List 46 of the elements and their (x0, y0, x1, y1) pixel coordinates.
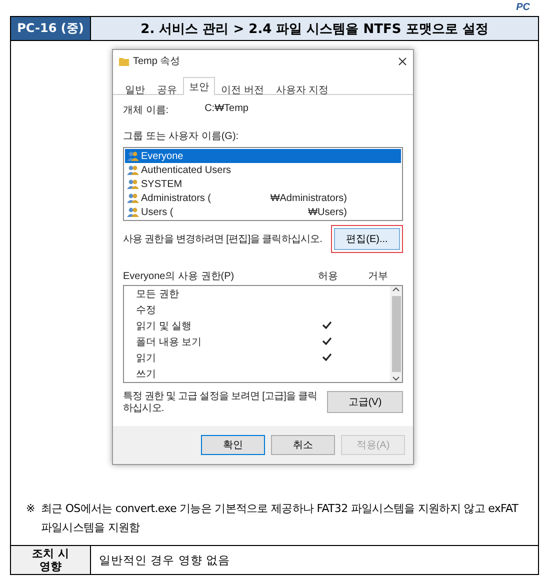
user-item[interactable]: Users ( ₩Users) (125, 205, 401, 219)
users-icon (127, 165, 139, 175)
impact-label: 조치 시 영향 (11, 546, 91, 574)
note-text: 최근 OS에서는 convert.exe 기능은 기본적으로 제공하나 FAT32 파일시스템을 지원하지 않고 exFAT 파일시스템을 지원함 (40, 501, 520, 536)
deny-header: 거부 (367, 270, 389, 283)
dialog-title: Temp 속성 (133, 55, 182, 68)
edit-button[interactable]: 편집(E)... (334, 228, 400, 250)
close-icon[interactable] (398, 56, 407, 66)
impact-value: 일반적인 경우 영향 없음 (98, 552, 231, 568)
permission-name: 쓰기 (136, 368, 157, 381)
users-icon (127, 179, 139, 189)
users-icon (127, 151, 139, 161)
tab[interactable]: 일반 (119, 80, 151, 94)
user-item[interactable]: SYSTEM (125, 177, 401, 191)
permission-name: 모든 권한 (136, 288, 180, 301)
folder-icon (119, 56, 129, 66)
group-label: 그룹 또는 사용자 이름(G): (123, 130, 240, 143)
users-icon (127, 207, 139, 217)
user-item[interactable]: Authenticated Users (125, 163, 401, 177)
tab[interactable]: 사용자 지정 (270, 80, 335, 94)
tab[interactable]: 이전 버전 (215, 80, 270, 94)
permission-name: 읽기 (136, 352, 157, 365)
users-icon (127, 193, 139, 203)
object-name-value: C:₩Temp (204, 103, 248, 116)
user-item[interactable]: Administrators ( ₩Administrators) (125, 191, 401, 205)
scroll-up-icon[interactable] (392, 286, 400, 294)
allow-header: 허용 (317, 270, 339, 283)
item-code: PC-16 (중) (11, 17, 91, 40)
permissions-label: Everyone의 사용 권한(P) (123, 270, 236, 283)
dialog-button[interactable]: 취소 (271, 435, 335, 455)
advanced-hint: 특정 권한 및 고급 설정을 보려면 [고급]을 클릭하십시오. (123, 391, 318, 415)
permission-name: 수정 (136, 304, 157, 317)
edit-hint: 사용 권한을 변경하려면 [편집]을 클릭하십시오. (123, 233, 322, 246)
scroll-down-icon[interactable] (392, 374, 400, 382)
note-mark: ※ (26, 501, 35, 517)
scrollbar[interactable] (390, 286, 402, 382)
dialog-button[interactable]: 확인 (201, 435, 265, 455)
user-item[interactable]: Everyone (125, 149, 401, 163)
section-title: 2. 서비스 관리 > 2.4 파일 시스템을 NTFS 포맷으로 설정 (91, 17, 538, 40)
object-name-label: 개체 이름: (123, 104, 169, 117)
tab[interactable]: 보안 (183, 77, 215, 95)
tab[interactable]: 공유 (151, 80, 183, 94)
permission-name: 읽기 및 실행 (136, 320, 193, 333)
page-label: PC (515, 1, 531, 15)
advanced-button[interactable]: 고급(V) (327, 391, 403, 413)
permission-name: 폴더 내용 보기 (136, 336, 203, 349)
